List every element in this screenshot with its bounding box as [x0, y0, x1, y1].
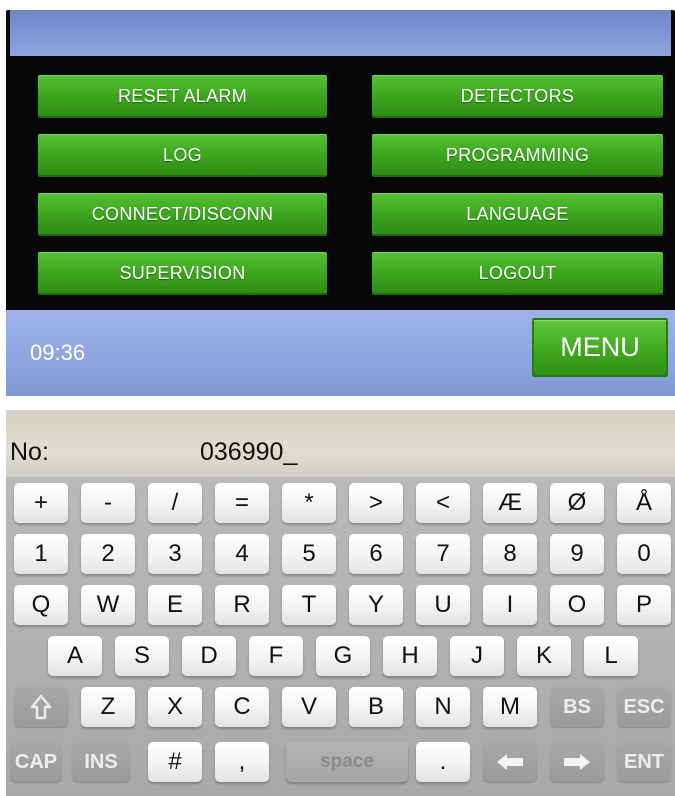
key-p[interactable]: P: [617, 585, 671, 625]
menu-button[interactable]: MENU: [532, 318, 668, 377]
entry-label: No:: [10, 438, 49, 466]
entry-value: 036990_: [200, 438, 298, 466]
key-ae[interactable]: Æ: [483, 483, 537, 523]
key-comma[interactable]: ,: [215, 742, 269, 782]
backspace-key[interactable]: BS: [550, 687, 604, 727]
key-3[interactable]: 3: [148, 534, 202, 574]
key-c[interactable]: C: [215, 687, 269, 727]
key-r[interactable]: R: [215, 585, 269, 625]
key-8[interactable]: 8: [483, 534, 537, 574]
detectors-button[interactable]: DETECTORS: [372, 75, 663, 118]
key-period[interactable]: .: [416, 742, 470, 782]
clock-time: 09:36: [30, 340, 86, 365]
key-plus[interactable]: +: [14, 483, 68, 523]
cursor-left-key[interactable]: [483, 742, 537, 782]
key-y[interactable]: Y: [349, 585, 403, 625]
key-t[interactable]: T: [282, 585, 336, 625]
key-z[interactable]: Z: [81, 687, 135, 727]
reset-alarm-button[interactable]: RESET ALARM: [38, 75, 327, 118]
key-v[interactable]: V: [282, 687, 336, 727]
key-g[interactable]: G: [316, 636, 370, 676]
key-7[interactable]: 7: [416, 534, 470, 574]
status-bar: 09:36 MENU: [6, 310, 675, 396]
escape-key[interactable]: ESC: [617, 687, 671, 727]
key-oslash[interactable]: Ø: [550, 483, 604, 523]
key-x[interactable]: X: [148, 687, 202, 727]
key-equals[interactable]: =: [215, 483, 269, 523]
key-e[interactable]: E: [148, 585, 202, 625]
key-l[interactable]: L: [584, 636, 638, 676]
right-arrow-icon: [564, 754, 590, 770]
key-o[interactable]: O: [550, 585, 604, 625]
key-asterisk[interactable]: *: [282, 483, 336, 523]
key-m[interactable]: M: [483, 687, 537, 727]
connect-disconnect-button[interactable]: CONNECT/DISCONN: [38, 193, 327, 236]
key-k[interactable]: K: [517, 636, 571, 676]
key-q[interactable]: Q: [14, 585, 68, 625]
space-key[interactable]: space: [286, 742, 408, 782]
key-a[interactable]: A: [48, 636, 102, 676]
log-button[interactable]: LOG: [38, 134, 327, 177]
key-4[interactable]: 4: [215, 534, 269, 574]
left-arrow-icon: [497, 754, 523, 770]
caps-key[interactable]: CAP: [10, 742, 62, 782]
shift-key[interactable]: [14, 687, 68, 727]
insert-key[interactable]: INS: [72, 742, 130, 782]
menu-button-grid: RESET ALARM LOG CONNECT/DISCONN SUPERVIS…: [6, 10, 675, 310]
key-minus[interactable]: -: [81, 483, 135, 523]
key-j[interactable]: J: [450, 636, 504, 676]
programming-button[interactable]: PROGRAMMING: [372, 134, 663, 177]
enter-key[interactable]: ENT: [617, 742, 671, 782]
key-n[interactable]: N: [416, 687, 470, 727]
key-9[interactable]: 9: [550, 534, 604, 574]
supervision-button[interactable]: SUPERVISION: [38, 252, 327, 295]
key-u[interactable]: U: [416, 585, 470, 625]
key-6[interactable]: 6: [349, 534, 403, 574]
key-less-than[interactable]: <: [416, 483, 470, 523]
key-b[interactable]: B: [349, 687, 403, 727]
key-slash[interactable]: /: [148, 483, 202, 523]
key-5[interactable]: 5: [282, 534, 336, 574]
shift-up-arrow-icon: [30, 694, 52, 720]
key-1[interactable]: 1: [14, 534, 68, 574]
key-d[interactable]: D: [182, 636, 236, 676]
onscreen-keyboard: + - / = * > < Æ Ø Å 1 2 3 4 5 6 7 8 9 0 …: [6, 477, 675, 796]
cursor-right-key[interactable]: [550, 742, 604, 782]
logout-button[interactable]: LOGOUT: [372, 252, 663, 295]
key-w[interactable]: W: [81, 585, 135, 625]
key-0[interactable]: 0: [617, 534, 671, 574]
key-greater-than[interactable]: >: [349, 483, 403, 523]
key-f[interactable]: F: [249, 636, 303, 676]
key-hash[interactable]: #: [148, 742, 202, 782]
key-h[interactable]: H: [383, 636, 437, 676]
number-entry-field[interactable]: No: 036990_: [6, 410, 675, 477]
language-button[interactable]: LANGUAGE: [372, 193, 663, 236]
key-s[interactable]: S: [115, 636, 169, 676]
menu-screen: RESET ALARM LOG CONNECT/DISCONN SUPERVIS…: [6, 10, 675, 396]
key-2[interactable]: 2: [81, 534, 135, 574]
key-aring[interactable]: Å: [617, 483, 671, 523]
keyboard-screen: No: 036990_ + - / = * > < Æ Ø Å 1 2 3 4 …: [6, 410, 675, 796]
key-i[interactable]: I: [483, 585, 537, 625]
